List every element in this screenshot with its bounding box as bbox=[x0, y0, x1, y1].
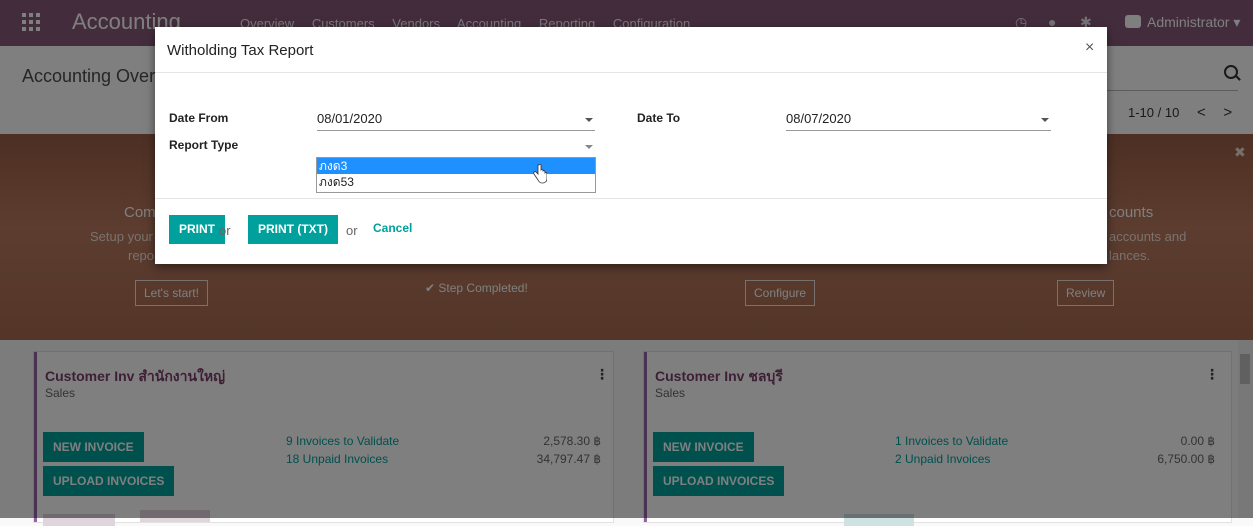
modal-footer: PRINT or PRINT (TXT) or Cancel bbox=[155, 198, 1107, 265]
report-type-option-pnd3[interactable]: ภงด3 bbox=[317, 158, 595, 174]
date-from-field[interactable]: 08/01/2020 bbox=[317, 111, 595, 131]
report-type-option-pnd53[interactable]: ภงด53 bbox=[317, 174, 595, 190]
date-to-field[interactable]: 08/07/2020 bbox=[786, 111, 1051, 131]
report-type-label: Report Type bbox=[169, 138, 239, 152]
report-type-select[interactable] bbox=[317, 138, 595, 157]
or-label: or bbox=[346, 223, 358, 238]
print-txt-button[interactable]: PRINT (TXT) bbox=[248, 215, 338, 244]
caret-down-icon bbox=[585, 118, 593, 122]
caret-down-icon bbox=[1041, 118, 1049, 122]
print-button[interactable]: PRINT bbox=[169, 215, 225, 244]
cancel-button[interactable]: Cancel bbox=[373, 221, 412, 235]
date-from-value: 08/01/2020 bbox=[317, 111, 383, 126]
or-label: or bbox=[219, 223, 231, 238]
modal-header: Witholding Tax Report × bbox=[155, 27, 1107, 73]
modal-title: Witholding Tax Report bbox=[167, 42, 314, 59]
hand-pointer-icon bbox=[533, 164, 547, 184]
witholding-tax-dialog: Witholding Tax Report × Date From 08/01/… bbox=[155, 27, 1107, 264]
caret-down-icon bbox=[585, 145, 593, 149]
date-to-value: 08/07/2020 bbox=[786, 111, 852, 126]
report-type-dropdown[interactable]: ภงด3 ภงด53 bbox=[316, 157, 596, 193]
date-from-label: Date From bbox=[169, 111, 229, 125]
date-to-label: Date To bbox=[637, 111, 681, 125]
close-icon[interactable]: × bbox=[1085, 39, 1094, 57]
